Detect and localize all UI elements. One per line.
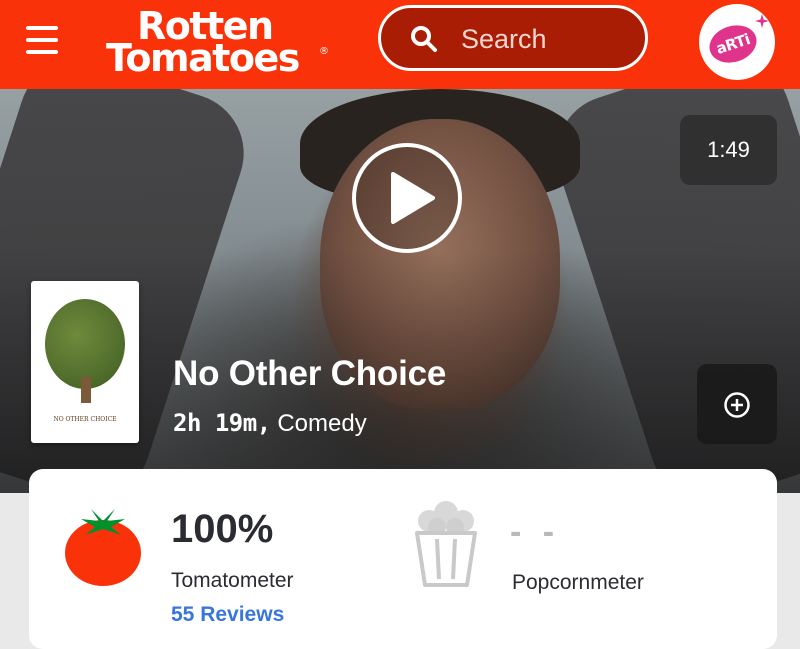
movie-poster[interactable]: NO OTHER CHOICE xyxy=(31,281,139,443)
movie-title: No Other Choice xyxy=(173,354,447,393)
play-icon xyxy=(391,172,435,224)
rotten-tomatoes-logo[interactable]: Rotten Tomatoes ® xyxy=(104,4,329,82)
poster-title: NO OTHER CHOICE xyxy=(53,416,117,423)
movie-runtime: 2h 19m, xyxy=(173,409,271,437)
search-bar[interactable] xyxy=(378,5,648,71)
tomatometer-label: Tomatometer xyxy=(171,569,294,592)
sparkle-icon xyxy=(755,14,769,28)
avatar-badge: aRTi xyxy=(704,19,762,69)
logo-line-2: Tomatoes xyxy=(106,36,300,80)
popcornmeter-score: - - xyxy=(510,513,561,551)
search-input[interactable] xyxy=(461,21,631,57)
reviews-link[interactable]: 55 Reviews xyxy=(171,603,284,627)
logo-registered-mark: ® xyxy=(319,46,329,57)
menu-icon[interactable] xyxy=(26,26,58,54)
popcorn-icon xyxy=(415,501,477,587)
search-icon xyxy=(411,26,437,52)
tomatometer-score: 100% xyxy=(171,507,274,551)
video-duration: 1:49 xyxy=(680,115,777,185)
plus-icon xyxy=(724,392,750,418)
movie-genre: Comedy xyxy=(277,410,367,437)
top-header: Rotten Tomatoes ® aRTi xyxy=(0,0,800,89)
play-trailer-button[interactable] xyxy=(352,143,462,253)
scores-card: 100% Tomatometer 55 Reviews - - Popcornm… xyxy=(29,469,777,649)
user-avatar[interactable]: aRTi xyxy=(699,4,775,80)
add-to-watchlist-button[interactable] xyxy=(697,364,777,444)
popcornmeter-label: Popcornmeter xyxy=(512,571,644,594)
trailer-hero[interactable]: 1:49 NO OTHER CHOICE No Other Choice 2h … xyxy=(0,89,800,493)
tomato-icon xyxy=(65,509,141,586)
movie-meta: 2h 19m, Comedy xyxy=(173,409,367,438)
